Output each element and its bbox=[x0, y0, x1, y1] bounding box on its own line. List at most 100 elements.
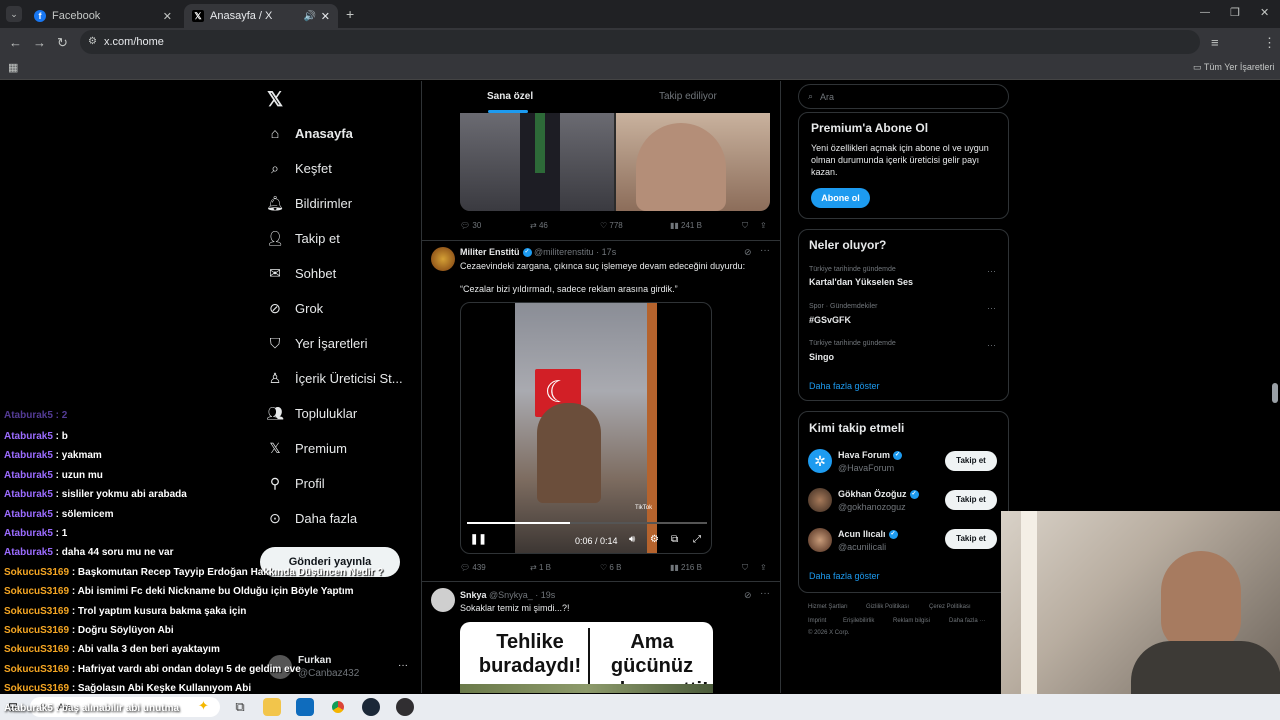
new-tab-button[interactable]: + bbox=[346, 6, 354, 22]
fullscreen-icon[interactable]: ⤢ bbox=[693, 534, 701, 545]
account-menu-icon[interactable]: ··· bbox=[398, 660, 408, 671]
nav-premium[interactable]: 𝕏 Premium bbox=[266, 437, 347, 459]
bookmark-icon[interactable]: ⛉ bbox=[742, 221, 748, 231]
site-info-icon[interactable]: ⚙ bbox=[88, 30, 97, 54]
forward-icon[interactable]: → bbox=[33, 36, 46, 49]
views-button[interactable]: ▮▮ 241 B bbox=[670, 221, 702, 230]
pause-icon[interactable]: ❚❚ bbox=[470, 534, 487, 545]
repost-button[interactable]: ⇄ 46 bbox=[530, 221, 548, 230]
chrome-icon[interactable] bbox=[329, 698, 347, 716]
trends-show-more[interactable]: Daha fazla göster bbox=[809, 381, 880, 391]
avatar[interactable] bbox=[808, 528, 832, 552]
tweet-image[interactable] bbox=[460, 113, 770, 211]
audio-playing-icon[interactable]: 🔊 bbox=[304, 11, 316, 22]
footer-more[interactable]: Daha fazla ··· bbox=[949, 618, 985, 624]
nav-explore[interactable]: ⌕ Keşfet bbox=[266, 157, 332, 179]
close-window-icon[interactable]: ✕ bbox=[1260, 6, 1269, 19]
nav-notifications[interactable]: 🔔︎ Bildirimler bbox=[266, 192, 352, 214]
tweet-more-icon[interactable]: ··· bbox=[760, 245, 770, 256]
tab-search-button[interactable]: ⌄ bbox=[6, 6, 22, 22]
share-icon[interactable]: ⇪ bbox=[760, 563, 767, 572]
nav-creator-studio[interactable]: ♙ İçerik Üreticisi St... bbox=[266, 367, 403, 389]
page-scrollbar-thumb[interactable] bbox=[1272, 383, 1278, 403]
trend-item[interactable]: Singo bbox=[809, 352, 834, 362]
close-tab-icon[interactable]: ✕ bbox=[321, 10, 330, 23]
suggested-user-name[interactable]: Gökhan Özoğuz ✓ bbox=[838, 489, 919, 500]
tweet-author-handle[interactable]: @militerenstitu · 17s bbox=[534, 247, 616, 257]
minimize-icon[interactable]: — bbox=[1200, 7, 1210, 18]
x-logo-icon[interactable]: 𝕏 bbox=[267, 87, 283, 112]
tweet-avatar[interactable] bbox=[431, 588, 455, 612]
address-bar[interactable]: ⚙ x.com/home bbox=[80, 30, 1200, 54]
footer-terms[interactable]: Hizmet Şartları bbox=[808, 604, 848, 610]
tab-following[interactable]: Takip ediliyor bbox=[659, 91, 717, 102]
reload-icon[interactable]: ↻ bbox=[57, 36, 68, 49]
outlook-icon[interactable] bbox=[296, 698, 314, 716]
file-explorer-icon[interactable] bbox=[263, 698, 281, 716]
views-button[interactable]: ▮▮ 216 B bbox=[670, 563, 702, 572]
obs-icon[interactable] bbox=[396, 698, 414, 716]
grok-icon[interactable]: ⊘ bbox=[744, 247, 752, 258]
subscribe-button[interactable]: Abone ol bbox=[811, 188, 870, 208]
nav-home[interactable]: ⌂ Anasayfa bbox=[266, 122, 353, 144]
follow-button[interactable]: Takip et bbox=[945, 490, 997, 510]
settings-icon[interactable]: ⚙ bbox=[650, 534, 659, 545]
back-icon[interactable]: ← bbox=[9, 36, 22, 49]
close-tab-icon[interactable]: ✕ bbox=[163, 10, 172, 23]
tweet-more-icon[interactable]: ··· bbox=[760, 588, 770, 599]
footer-ads-info[interactable]: Reklam bilgisi bbox=[893, 618, 930, 624]
video-progress-track[interactable] bbox=[467, 522, 707, 524]
trend-item[interactable]: Kartal'dan Yükselen Ses bbox=[809, 277, 913, 287]
nav-messages[interactable]: ✉ Sohbet bbox=[266, 262, 336, 284]
reply-button[interactable]: 💬︎ 439 bbox=[460, 563, 486, 572]
like-button[interactable]: ♡ 6 B bbox=[600, 563, 621, 572]
tab-x-home[interactable]: 𝕏 Anasayfa / X 🔊 ✕ bbox=[184, 4, 338, 28]
avatar[interactable] bbox=[808, 488, 832, 512]
media-control-icon[interactable]: ≡ bbox=[1211, 36, 1219, 49]
tweet-author-handle[interactable]: @Snykya_ · 19s bbox=[489, 590, 555, 600]
tweet-avatar[interactable] bbox=[431, 247, 455, 271]
nav-more[interactable]: ⊙ Daha fazla bbox=[266, 507, 357, 529]
trend-more-icon[interactable]: ··· bbox=[987, 266, 996, 276]
task-view-icon[interactable]: ⧉ bbox=[231, 698, 249, 716]
repost-button[interactable]: ⇄ 1 B bbox=[530, 563, 551, 572]
follow-button[interactable]: Takip et bbox=[945, 451, 997, 471]
bookmark-icon[interactable]: ⛉ bbox=[742, 563, 748, 573]
trend-more-icon[interactable]: ··· bbox=[987, 340, 996, 350]
search-input[interactable]: ⌕ Ara bbox=[798, 84, 1009, 109]
who-show-more[interactable]: Daha fazla göster bbox=[809, 571, 880, 581]
nav-follow[interactable]: 👤︎ Takip et bbox=[266, 227, 340, 249]
share-icon[interactable]: ⇪ bbox=[760, 221, 767, 230]
tweet-video[interactable]: ☾ TikTok ❚❚ 0:06 / 0:14 🔊︎ ⚙ ⧉ ⤢ bbox=[460, 302, 712, 554]
tab-for-you[interactable]: Sana özel bbox=[487, 91, 533, 102]
avatar[interactable]: ✲ bbox=[808, 449, 832, 473]
steam-icon[interactable] bbox=[362, 698, 380, 716]
footer-accessibility[interactable]: Erişilebilirlik bbox=[843, 618, 874, 624]
footer-cookies[interactable]: Çerez Politikası bbox=[929, 604, 971, 610]
nav-bookmarks[interactable]: ⛉ Yer İşaretleri bbox=[266, 332, 368, 354]
all-bookmarks-button[interactable]: ▭ Tüm Yer İşaretleri bbox=[1193, 62, 1274, 73]
like-button[interactable]: ♡ 778 bbox=[600, 221, 623, 230]
grok-icon[interactable]: ⊘ bbox=[744, 590, 752, 601]
tweet-author-name[interactable]: Snkya bbox=[460, 590, 487, 600]
dock-icon[interactable]: ⧉ bbox=[671, 534, 678, 545]
suggested-user-name[interactable]: Acun Ilıcalı ✓ bbox=[838, 529, 898, 540]
nav-profile[interactable]: ⚲ Profil bbox=[266, 472, 325, 494]
reply-button[interactable]: 💬︎ 30 bbox=[460, 221, 481, 230]
footer-imprint[interactable]: Imprint bbox=[808, 618, 826, 624]
tweet-author-name[interactable]: Militer Enstitü bbox=[460, 247, 520, 257]
nav-grok[interactable]: ⊘ Grok bbox=[266, 297, 323, 319]
footer-privacy[interactable]: Gizlilik Politikası bbox=[866, 604, 909, 610]
nav-communities[interactable]: 👥︎ Topluluklar bbox=[266, 402, 357, 424]
chrome-menu-icon[interactable]: ⋮ bbox=[1263, 36, 1276, 49]
tweet-image[interactable]: Tehlike buradaydı! Ama gücünüz onlara ye… bbox=[460, 622, 713, 693]
apps-grid-icon[interactable]: ▦ bbox=[8, 61, 18, 74]
restore-icon[interactable]: ❐ bbox=[1230, 6, 1240, 19]
volume-icon[interactable]: 🔊︎ bbox=[629, 534, 635, 545]
trend-item[interactable]: #GSvGFK bbox=[809, 315, 851, 325]
follow-button[interactable]: Takip et bbox=[945, 529, 997, 549]
suggested-user-name[interactable]: Hava Forum ✓ bbox=[838, 450, 903, 461]
view-count: 216 B bbox=[681, 563, 702, 572]
trend-more-icon[interactable]: ··· bbox=[987, 303, 996, 313]
tab-facebook[interactable]: f Facebook ✕ bbox=[26, 4, 180, 28]
